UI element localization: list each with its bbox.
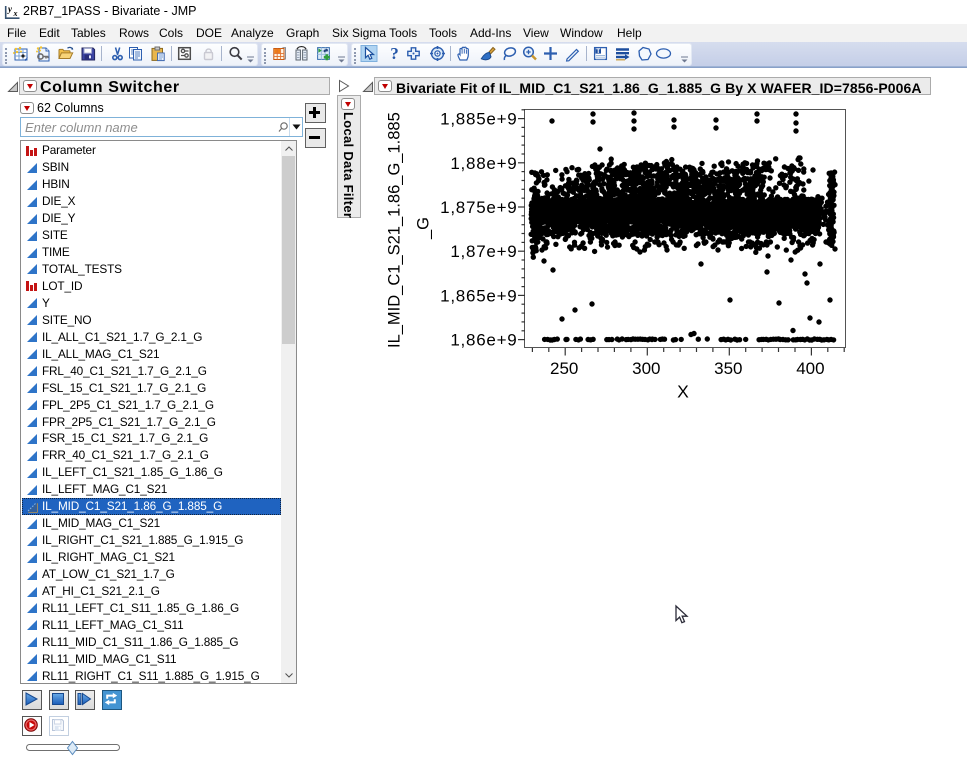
svg-text:IL_MID_C1_S21_1.86_G_1.885: IL_MID_C1_S21_1.86_G_1.885: [386, 112, 404, 348]
svg-text:x: x: [13, 9, 18, 18]
svg-text:300: 300: [632, 359, 660, 378]
svg-text:T: T: [596, 48, 600, 55]
svg-text:1,875e+9: 1,875e+9: [440, 198, 517, 217]
svg-text:250: 250: [550, 359, 578, 378]
svg-text:1,885e+9: 1,885e+9: [440, 110, 517, 129]
svg-text:y: y: [7, 4, 13, 14]
svg-text:?: ?: [390, 44, 399, 63]
svg-text:1,87e+9: 1,87e+9: [450, 242, 517, 261]
svg-text:350: 350: [714, 359, 742, 378]
svg-text:_G: _G: [415, 217, 433, 240]
svg-text:1,88e+9: 1,88e+9: [450, 154, 517, 173]
svg-text:400: 400: [796, 359, 824, 378]
svg-text:1,86e+9: 1,86e+9: [450, 331, 517, 350]
svg-text:1,865e+9: 1,865e+9: [440, 286, 517, 305]
svg-text:X: X: [677, 382, 689, 402]
